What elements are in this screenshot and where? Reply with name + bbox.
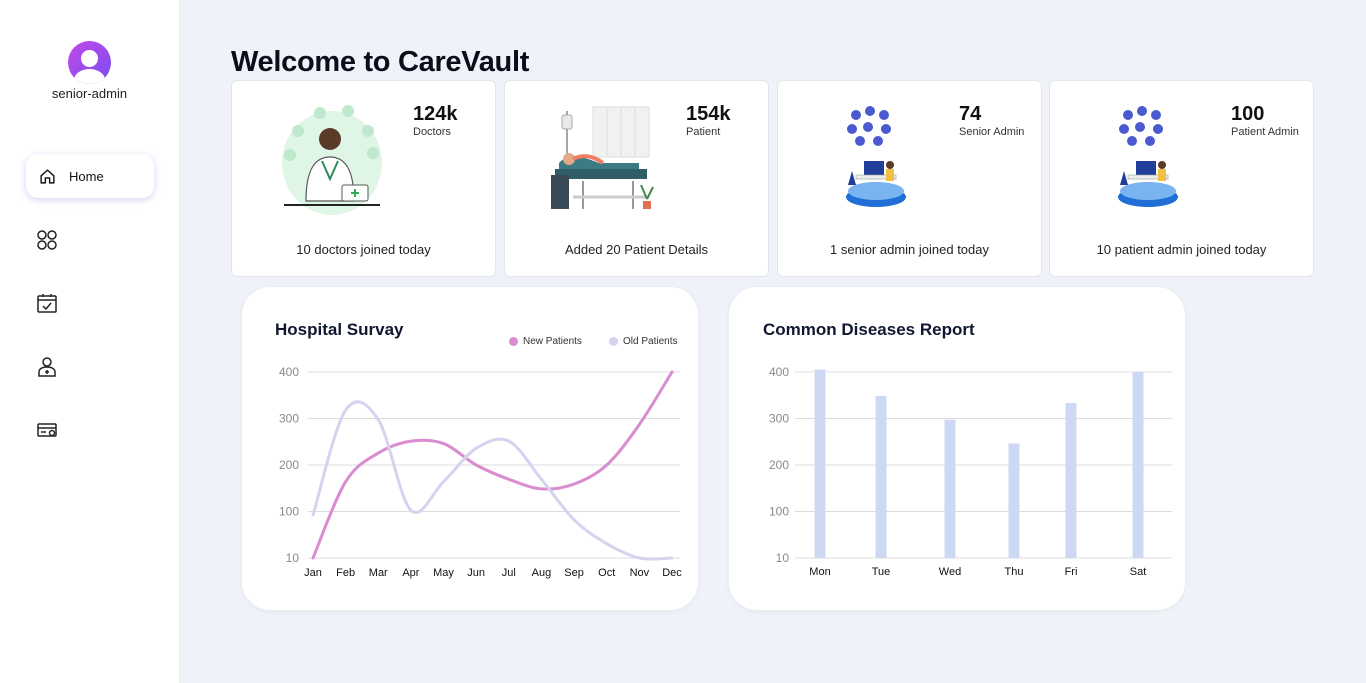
- y-tick-label: 200: [769, 458, 789, 472]
- stat-footer: 10 patient admin joined today: [1096, 242, 1267, 257]
- y-tick-label: 300: [769, 412, 789, 426]
- stat-footer: 1 senior admin joined today: [830, 242, 989, 257]
- sidebar-item-doctors[interactable]: [36, 356, 58, 378]
- x-tick-label: Wed: [939, 566, 961, 578]
- home-icon: [40, 168, 55, 184]
- stat-label: Senior Admin: [959, 126, 1025, 138]
- x-tick-label: Aug: [532, 567, 552, 579]
- patient-bed-illustration: [551, 106, 654, 209]
- avatar[interactable]: [68, 41, 111, 84]
- x-tick-label: Mar: [369, 567, 388, 579]
- stat-card-senior-admin[interactable]: 74 Senior Admin 1 senior admin joined to…: [777, 80, 1042, 277]
- y-tick-label: 100: [769, 505, 789, 519]
- x-tick-label: Sat: [1130, 566, 1147, 578]
- stat-label: Doctors: [413, 126, 451, 138]
- y-tick-label: 200: [279, 458, 299, 472]
- y-tick-label: 10: [286, 551, 300, 565]
- card-icon: [37, 423, 57, 437]
- stat-card-doctors[interactable]: 124k Doctors 10 doctors joined today: [231, 80, 496, 277]
- sidebar-item-home[interactable]: Home: [26, 154, 154, 198]
- grid-icon: [37, 230, 57, 250]
- sidebar: senior-admin Home: [0, 0, 179, 683]
- y-tick-label: 100: [279, 505, 299, 519]
- sidebar-item-home-label: Home: [69, 168, 104, 184]
- doctor-icon: [38, 357, 56, 377]
- x-tick-label: Tue: [872, 566, 891, 578]
- stat-card-patient-admin[interactable]: 100 Patient Admin 10 patient admin joine…: [1049, 80, 1314, 277]
- stat-card-patients[interactable]: 154k Patient Added 20 Patient Details: [504, 80, 769, 277]
- y-tick-label: 10: [776, 551, 790, 565]
- bar: [1065, 403, 1077, 558]
- user-name: senior-admin: [51, 86, 128, 101]
- hospital-survey-panel: Hospital Survay New Patients Old Patient…: [242, 287, 698, 610]
- stat-count: 100: [1231, 103, 1265, 125]
- page-title: Welcome to CareVault: [231, 46, 530, 78]
- stat-label: Patient: [686, 126, 721, 138]
- x-tick-label: Mon: [809, 566, 830, 578]
- x-tick-label: Nov: [630, 567, 650, 579]
- x-tick-label: Feb: [336, 567, 355, 579]
- x-tick-label: May: [433, 567, 454, 579]
- bar: [814, 369, 826, 558]
- sidebar-item-appointments[interactable]: [36, 292, 58, 314]
- avatar-shoulders: [74, 69, 105, 84]
- x-tick-label: Thu: [1005, 566, 1024, 578]
- x-tick-label: Jun: [467, 567, 485, 579]
- x-tick-label: Apr: [402, 567, 419, 579]
- stat-count: 74: [959, 103, 982, 125]
- doctor-illustration: [282, 105, 382, 215]
- x-tick-label: Jan: [304, 567, 322, 579]
- x-tick-label: Fri: [1065, 566, 1078, 578]
- bar: [1008, 443, 1020, 558]
- x-tick-label: Jul: [502, 567, 516, 579]
- bar: [1132, 372, 1144, 558]
- bar: [944, 419, 956, 558]
- bar-chart: 400 300 200 100 10 Mon Tue Wed Thu Fri Sat: [769, 365, 1172, 578]
- x-tick-label: Sep: [564, 567, 584, 579]
- sidebar-item-billing[interactable]: [36, 419, 58, 441]
- stat-count: 124k: [413, 103, 458, 125]
- x-tick-label: Dec: [662, 567, 682, 579]
- y-tick-label: 300: [279, 412, 299, 426]
- sidebar-item-apps[interactable]: [36, 229, 58, 251]
- avatar-head: [81, 50, 98, 67]
- diseases-report-panel: Common Diseases Report 400 300 200 100 10 Mon…: [729, 287, 1185, 610]
- y-tick-label: 400: [279, 365, 299, 379]
- stat-label: Patient Admin: [1231, 126, 1299, 138]
- line-chart: 400 300 200 100 10 Jan Feb Mar Apr May Jun Jul Aug Se…: [279, 365, 682, 579]
- x-tick-label: Oct: [598, 567, 615, 579]
- calendar-check-icon: [37, 294, 57, 313]
- stat-count: 154k: [686, 103, 731, 125]
- stat-footer: Added 20 Patient Details: [564, 242, 709, 257]
- series-line-old-patients: [311, 400, 674, 561]
- y-tick-label: 400: [769, 365, 789, 379]
- admin-desk-illustration: [1118, 106, 1178, 207]
- admin-desk-illustration: [846, 106, 906, 207]
- bar: [875, 395, 887, 558]
- stat-footer: 10 doctors joined today: [296, 242, 431, 257]
